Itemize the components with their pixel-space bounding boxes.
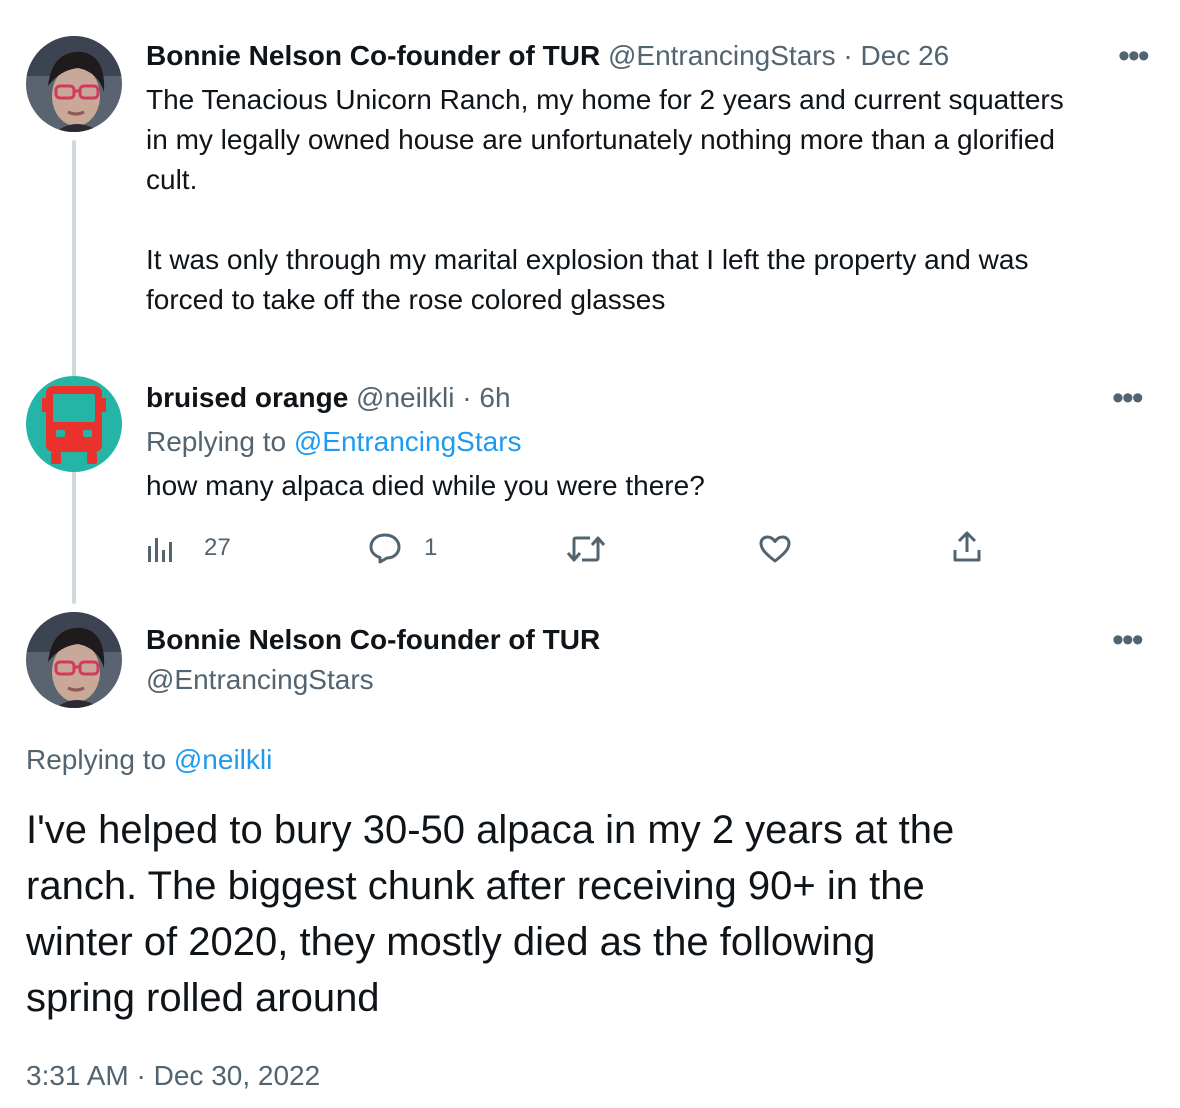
tweet1-date[interactable]: Dec 26 <box>861 40 950 71</box>
tweet3-handle[interactable]: @EntrancingStars <box>146 664 374 695</box>
avatar-bonnie[interactable] <box>26 612 122 708</box>
tweet3-text: I've helped to bury 30-50 alpaca in my 2… <box>26 802 1156 1026</box>
tweet1-header: Bonnie Nelson Co-founder of TUR @Entranc… <box>146 38 949 74</box>
avatar-image <box>26 36 122 132</box>
tweet1-display-name[interactable]: Bonnie Nelson Co-founder of TUR <box>146 40 600 71</box>
tweet2-display-name[interactable]: bruised orange <box>146 382 348 413</box>
reply-count: 1 <box>424 534 438 561</box>
bus-icon <box>26 376 122 472</box>
tweet3-time[interactable]: 3:31 AM <box>26 1060 129 1091</box>
tweet2-header: bruised orange @neilkli · 6h <box>146 380 511 416</box>
tweet1-handle[interactable]: @EntrancingStars <box>608 40 836 71</box>
tweet2-replying-prefix: Replying to <box>146 426 287 457</box>
share-icon <box>953 531 981 562</box>
tweet1-text-line: forced to take off the rose colored glas… <box>146 284 666 315</box>
avatar-bonnie[interactable] <box>26 36 122 132</box>
avatar-image <box>26 612 122 708</box>
tweet1-text-line: in my legally owned house are unfortunat… <box>146 124 1056 155</box>
tweet3-separator: · <box>136 1060 146 1091</box>
tweet3-display-name-line: Bonnie Nelson Co-founder of TUR <box>146 622 600 658</box>
tweet2-replying-link[interactable]: @EntrancingStars <box>294 426 522 457</box>
share-button[interactable] <box>952 530 982 564</box>
retweet-button[interactable] <box>566 534 606 564</box>
views-button[interactable]: 27 <box>146 532 231 564</box>
views-icon <box>148 538 172 562</box>
tweet3-replying-prefix: Replying to <box>26 744 167 775</box>
tweet1-text-line: The Tenacious Unicorn Ranch, my home for… <box>146 84 1064 115</box>
avatar-bruised-orange[interactable] <box>26 376 122 472</box>
tweet3-more-icon[interactable]: ••• <box>1112 623 1144 657</box>
tweet1-more-icon[interactable]: ••• <box>1118 39 1150 73</box>
tweet3-replying: Replying to @neilkli <box>26 742 272 778</box>
like-button[interactable] <box>758 534 792 564</box>
retweet-icon <box>566 536 606 562</box>
tweet3-replying-link[interactable]: @neilkli <box>174 744 272 775</box>
tweet3-text-line: spring rolled around <box>26 976 380 1020</box>
tweet2-separator: · <box>462 382 472 413</box>
tweet1-separator: · <box>843 40 853 71</box>
tweet2-time[interactable]: 6h <box>479 382 510 413</box>
tweet1-text: The Tenacious Unicorn Ranch, my home for… <box>146 80 1156 320</box>
thread-line <box>72 140 76 604</box>
tweet2-more-icon[interactable]: ••• <box>1112 381 1144 415</box>
like-icon <box>759 535 791 563</box>
tweet3-text-line: I've helped to bury 30-50 alpaca in my 2… <box>26 808 955 852</box>
tweet3-text-line: winter of 2020, they mostly died as the … <box>26 920 876 964</box>
reply-button[interactable]: 1 <box>368 532 437 564</box>
tweet3-timestamp: 3:31 AM · Dec 30, 2022 <box>26 1058 320 1094</box>
tweet3-display-name[interactable]: Bonnie Nelson Co-founder of TUR <box>146 624 600 655</box>
tweet1-text-line: cult. <box>146 164 198 195</box>
views-count: 27 <box>204 534 231 561</box>
tweet2-text: how many alpaca died while you were ther… <box>146 470 705 501</box>
tweet2-handle[interactable]: @neilkli <box>356 382 454 413</box>
tweet3-date[interactable]: Dec 30, 2022 <box>154 1060 321 1091</box>
tweet3-text-line: ranch. The biggest chunk after receiving… <box>26 864 925 908</box>
tweet2-replying: Replying to @EntrancingStars <box>146 424 522 460</box>
tweet3-handle-line: @EntrancingStars <box>146 662 374 698</box>
reply-icon <box>369 533 401 564</box>
tweet1-text-line: It was only through my marital explosion… <box>146 244 1029 275</box>
